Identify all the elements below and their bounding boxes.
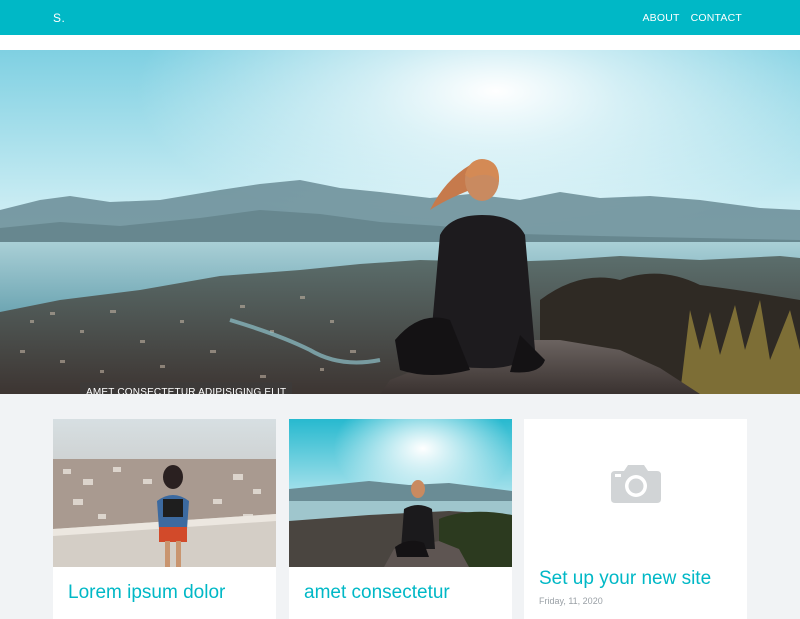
hero-image	[0, 50, 800, 394]
brand-logo[interactable]: S.	[53, 11, 65, 25]
post-card-1[interactable]: Lorem ipsum dolor	[53, 419, 276, 619]
hero-carousel[interactable]: AMET CONSECTETUR ADIPISIGING ELIT	[0, 50, 800, 394]
nav-link-contact[interactable]: CONTACT	[691, 12, 742, 24]
card-title-3[interactable]: Set up your new site	[539, 568, 711, 590]
header-spacer	[0, 35, 800, 50]
post-card-2[interactable]: amet consectetur	[289, 419, 512, 619]
card-title-2[interactable]: amet consectetur	[304, 582, 450, 604]
camera-icon	[611, 465, 661, 503]
hero-caption: AMET CONSECTETUR ADIPISIGING ELIT	[80, 382, 293, 394]
post-card-3[interactable]: Set up your new site Friday, 11, 2020	[524, 419, 747, 619]
card-image-2[interactable]	[289, 419, 512, 567]
card-title-1[interactable]: Lorem ipsum dolor	[68, 582, 225, 604]
card-date-3: Friday, 11, 2020	[539, 596, 603, 606]
card-image-1[interactable]	[53, 419, 276, 567]
top-navbar: S. ABOUT CONTACT	[0, 0, 800, 35]
nav-links: ABOUT CONTACT	[642, 12, 742, 24]
nav-link-about[interactable]: ABOUT	[642, 12, 679, 24]
